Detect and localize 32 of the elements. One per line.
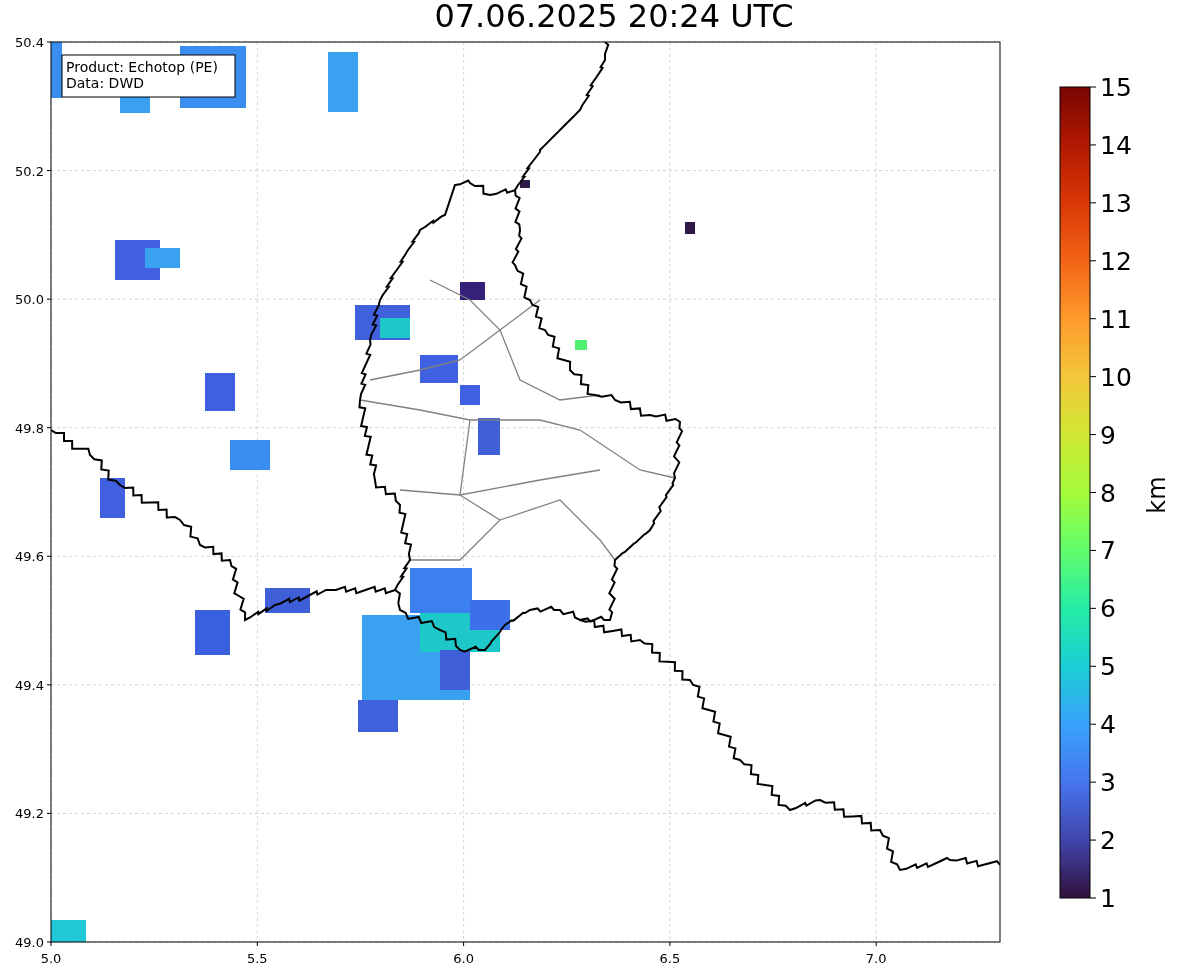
legend-text: Data: DWD xyxy=(66,75,144,91)
colorbar-tick-label: 6 xyxy=(1100,594,1116,624)
y-tick-label: 49.6 xyxy=(15,549,44,565)
x-tick-label: 7.0 xyxy=(865,951,887,966)
y-tick-label: 50.0 xyxy=(15,292,44,308)
colorbar-tick-label: 2 xyxy=(1100,826,1116,856)
colorbar-tick-label: 9 xyxy=(1100,420,1116,450)
y-tick-label: 49.8 xyxy=(15,420,44,436)
y-tick-label: 49.4 xyxy=(15,677,44,693)
colorbar-tick-label: 12 xyxy=(1100,246,1132,276)
y-tick-label: 49.2 xyxy=(15,806,44,822)
y-tick-label: 49.0 xyxy=(15,935,44,950)
colorbar-tick-label: 8 xyxy=(1100,478,1116,508)
x-tick-label: 6.0 xyxy=(453,951,474,966)
colorbar-tick-label: 7 xyxy=(1100,536,1116,566)
colorbar-tick-label: 5 xyxy=(1100,652,1116,682)
colorbar-tick-label: 3 xyxy=(1100,768,1116,798)
legend-text: Product: Echotop (PE) xyxy=(66,59,218,75)
y-tick-label: 50.4 xyxy=(15,35,44,50)
colorbar-tick-label: 13 xyxy=(1100,188,1132,218)
colorbar-tick-label: 15 xyxy=(1100,73,1132,102)
y-tick-label: 50.2 xyxy=(15,163,44,179)
colorbar-label: km xyxy=(1143,476,1171,514)
colorbar-tick-label: 11 xyxy=(1100,304,1132,334)
x-tick-label: 5.0 xyxy=(40,951,62,966)
colorbar-tick-label: 14 xyxy=(1100,130,1132,160)
colorbar-tick-label: 10 xyxy=(1100,362,1132,392)
colorbar-tick-label: 4 xyxy=(1100,710,1116,740)
chart-title: 07.06.2025 20:24 UTC xyxy=(433,0,794,32)
colorbar-tick-label: 1 xyxy=(1100,884,1116,913)
x-tick-label: 5.5 xyxy=(246,951,268,966)
x-tick-label: 6.5 xyxy=(659,951,681,966)
